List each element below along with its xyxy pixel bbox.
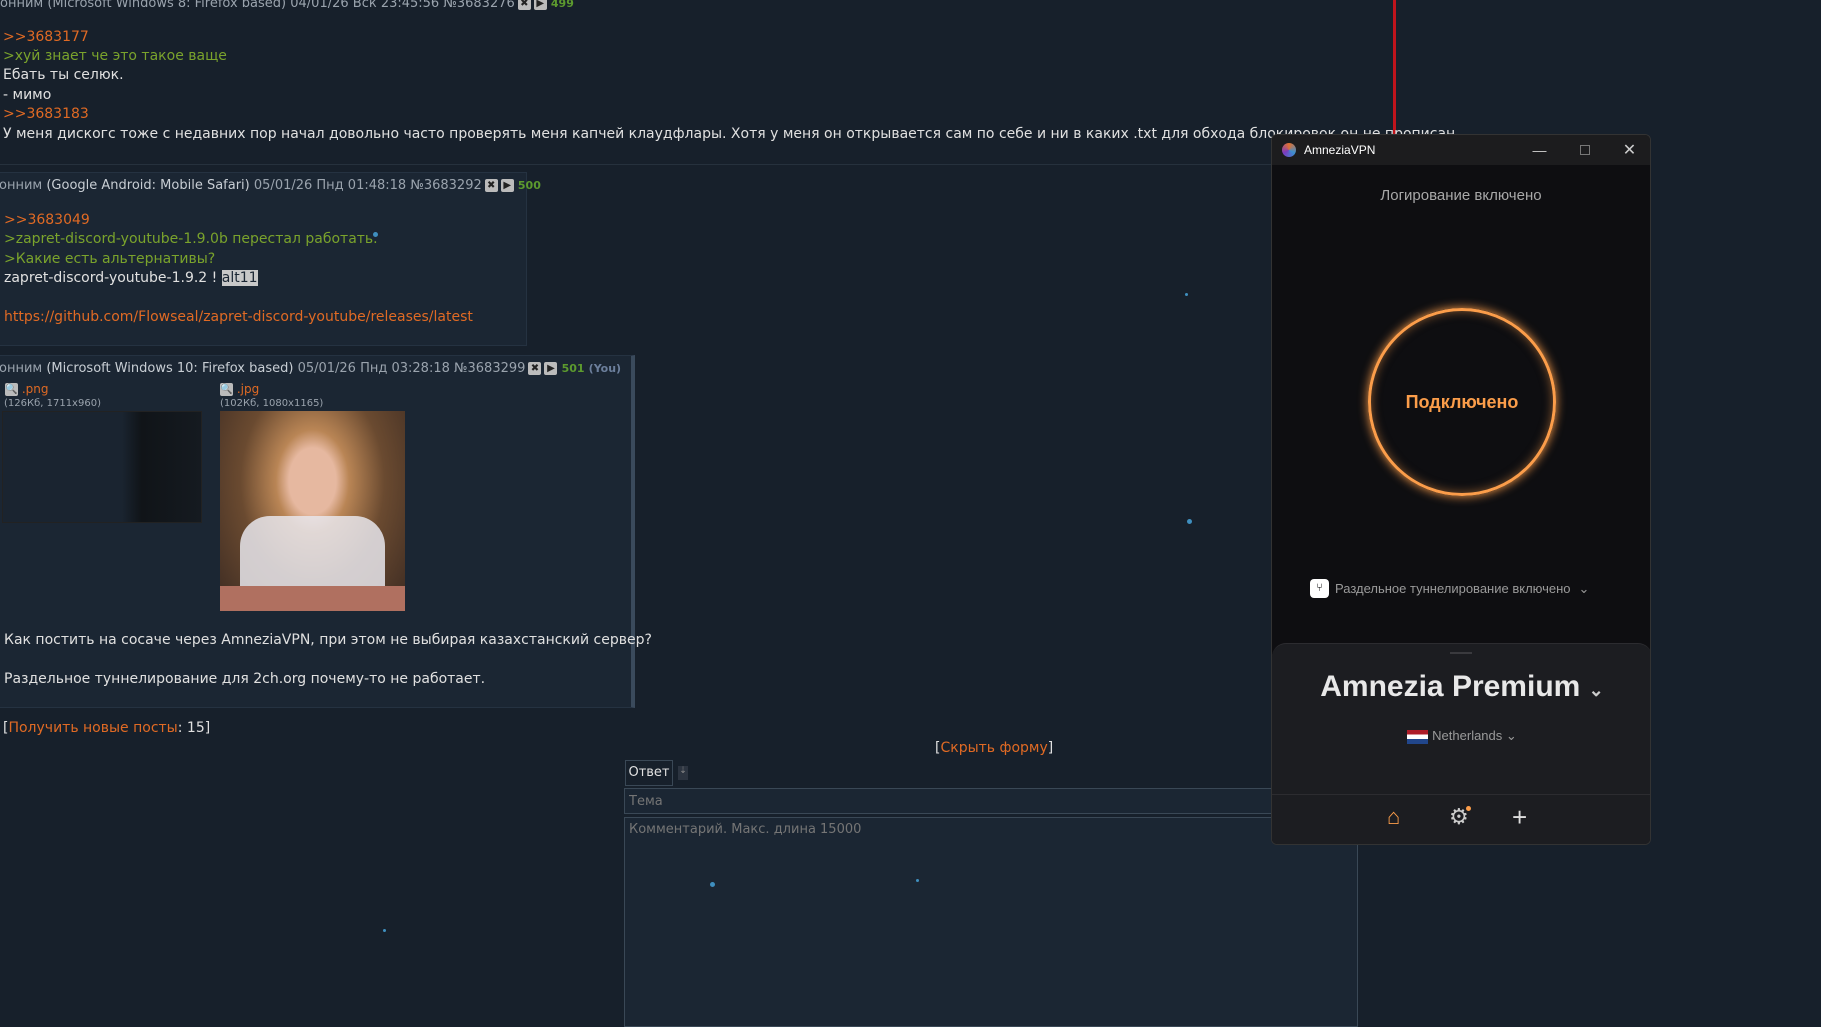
app-logo-icon bbox=[1282, 143, 1296, 157]
server-panel: Amnezia Premium ⌄ Netherlands ⌄ ⌂ ⚙ + bbox=[1272, 643, 1650, 844]
connect-button[interactable]: Подключено bbox=[1368, 308, 1556, 496]
minimize-button[interactable]: — bbox=[1517, 135, 1562, 165]
quote: >zapret-discord-youtube-1.9.0b перестал … bbox=[4, 231, 378, 247]
post-number: 501 bbox=[561, 362, 585, 375]
settings-icon[interactable]: ⚙ bbox=[1449, 804, 1471, 830]
magnify-icon[interactable]: 🔍 bbox=[220, 383, 233, 396]
reply-link[interactable]: >>3683183 bbox=[3, 106, 89, 122]
country-selector[interactable]: Netherlands ⌄ bbox=[1272, 728, 1650, 744]
post-3683299: онним (Microsoft Windows 10: Firefox bas… bbox=[0, 355, 652, 708]
thumbnail-photo[interactable] bbox=[220, 411, 405, 611]
subject-input[interactable] bbox=[624, 788, 1384, 814]
dot bbox=[1187, 519, 1192, 524]
comment-textarea[interactable] bbox=[624, 817, 1358, 1027]
notification-dot bbox=[1465, 806, 1471, 811]
play-icon[interactable]: ▶ bbox=[544, 362, 558, 375]
scroll-marker bbox=[1393, 0, 1396, 135]
external-link[interactable]: https://github.com/Flowseal/zapret-disco… bbox=[4, 309, 473, 325]
window-title: AmneziaVPN bbox=[1304, 143, 1376, 157]
post-text: Раздельное туннелирование для 2ch.org по… bbox=[4, 671, 486, 687]
close-button[interactable]: ✕ bbox=[1607, 135, 1650, 165]
file-info: (102Кб, 1080x1165) bbox=[220, 398, 324, 409]
chevron-down-icon: ⌄ bbox=[1578, 580, 1590, 596]
logging-status: Логирование включено bbox=[1380, 187, 1542, 204]
dot bbox=[710, 882, 715, 887]
spoiler-text[interactable]: alt11 bbox=[221, 270, 258, 286]
reply-link[interactable]: >>3683049 bbox=[4, 212, 90, 228]
amneziavpn-window: AmneziaVPN — ✕ Логирование включено Подк… bbox=[1271, 134, 1651, 845]
post-3683292: онним (Google Android: Mobile Safari) 05… bbox=[0, 172, 541, 346]
post-author: онним bbox=[0, 178, 43, 193]
drag-icon[interactable]: ⇣ bbox=[678, 766, 688, 780]
file-info: (126Кб, 1711x960) bbox=[4, 398, 101, 409]
reply-link[interactable]: >>3683177 bbox=[3, 29, 89, 45]
post-text: У меня дискогс тоже с недавних пор начал… bbox=[3, 126, 1456, 142]
maximize-button[interactable] bbox=[1562, 135, 1607, 165]
reply-tab[interactable]: Ответ bbox=[625, 760, 673, 786]
get-new-posts[interactable]: [Получить новые посты: 15] bbox=[3, 720, 210, 736]
post-agent: (Google Android: Mobile Safari) bbox=[46, 178, 250, 193]
chevron-down-icon: ⌄ bbox=[1588, 680, 1604, 700]
dot bbox=[383, 929, 386, 932]
home-icon[interactable]: ⌂ bbox=[1387, 804, 1400, 830]
hide-icon[interactable]: ✖ bbox=[484, 179, 498, 192]
quote: >Какие есть альтернативы? bbox=[4, 251, 216, 267]
file-png[interactable]: 🔍 .png bbox=[5, 382, 48, 396]
post-text: zapret-discord-youtube-1.9.2 ! bbox=[4, 270, 218, 286]
post-author: онним bbox=[0, 361, 43, 376]
hide-icon[interactable]: ✖ bbox=[517, 0, 531, 10]
add-icon[interactable]: + bbox=[1512, 802, 1527, 833]
thumbnail-screenshot[interactable] bbox=[2, 411, 202, 523]
post-text: Как постить на сосаче через AmneziaVPN, … bbox=[4, 632, 652, 648]
post-text: - мимо bbox=[3, 87, 52, 103]
netherlands-flag-icon bbox=[1407, 729, 1429, 744]
quote: >хуй знает че это такое ваще bbox=[3, 48, 227, 64]
post-number: 500 bbox=[517, 179, 541, 192]
title-bar[interactable]: AmneziaVPN — ✕ bbox=[1272, 135, 1650, 165]
dot bbox=[373, 232, 378, 237]
dot bbox=[916, 879, 919, 882]
post-date: 05/01/26 Пнд 03:28:18 №3683299 bbox=[297, 361, 526, 376]
you-label: (You) bbox=[588, 362, 622, 375]
split-icon: ⑂ bbox=[1310, 579, 1329, 598]
file-jpg[interactable]: 🔍 .jpg bbox=[220, 382, 259, 396]
chevron-down-icon: ⌄ bbox=[1505, 728, 1517, 743]
post-text: Ебать ты селюк. bbox=[3, 67, 124, 83]
play-icon[interactable]: ▶ bbox=[500, 179, 514, 192]
split-tunneling-dropdown[interactable]: ⑂ Раздельное туннелирование включено ⌄ bbox=[1310, 579, 1589, 598]
post-agent: (Microsoft Windows 10: Firefox based) bbox=[46, 361, 294, 376]
post-number: 499 bbox=[550, 0, 574, 10]
drag-handle[interactable] bbox=[1450, 652, 1472, 654]
divider bbox=[1272, 794, 1650, 795]
post-date: 05/01/26 Пнд 01:48:18 №3683292 bbox=[253, 178, 482, 193]
server-selector[interactable]: Amnezia Premium ⌄ bbox=[1272, 670, 1650, 704]
hide-icon[interactable]: ✖ bbox=[528, 362, 542, 375]
play-icon[interactable]: ▶ bbox=[533, 0, 547, 10]
dot bbox=[1185, 293, 1188, 296]
post-header: онним (Microsoft Windows 8: Firefox base… bbox=[0, 0, 515, 11]
divider bbox=[0, 164, 1280, 165]
hide-form-link[interactable]: [Скрыть форму] bbox=[935, 740, 1053, 756]
magnify-icon[interactable]: 🔍 bbox=[5, 383, 18, 396]
